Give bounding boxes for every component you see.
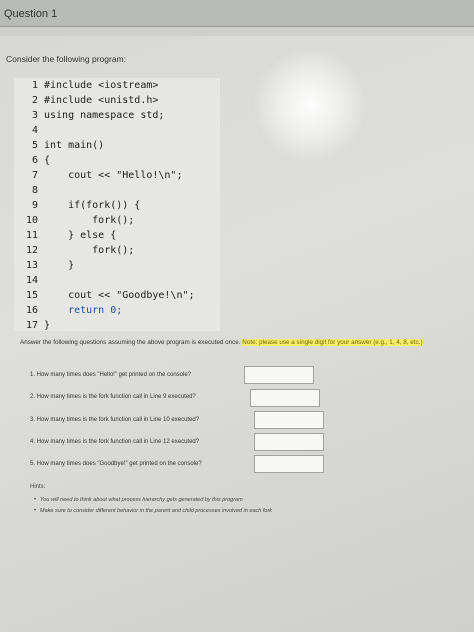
hint-item: You will need to think about what proces…	[40, 497, 243, 503]
code-line: int main()	[44, 140, 105, 151]
line-number: 2	[31, 95, 38, 106]
code-line: #include <unistd.h>	[44, 95, 159, 106]
note-highlight: Note: please use a single digit for your…	[242, 339, 423, 346]
question-header-bar: Question 1	[0, 0, 474, 27]
code-line: {	[44, 155, 51, 166]
hints-title: Hints:	[30, 484, 46, 490]
code-line: cout << "Hello!\n";	[44, 170, 183, 181]
code-block: 1 #include <iostream> 2 #include <unistd…	[14, 78, 220, 331]
line-number: 15	[25, 290, 38, 301]
hint-item: Make sure to consider different behavior…	[40, 508, 273, 514]
line-number: 4	[31, 125, 38, 136]
question-1-label: 1. How many times does "Hello!" get prin…	[30, 372, 192, 378]
code-line: }	[44, 320, 51, 331]
intro-text: Consider the following program:	[6, 54, 127, 64]
answer-input-2[interactable]	[250, 389, 320, 407]
line-number: 7	[31, 170, 38, 181]
line-number: 1	[31, 80, 38, 91]
code-line: fork();	[44, 245, 135, 256]
line-number: 12	[25, 245, 38, 256]
line-number: 14	[25, 275, 38, 286]
question-2-label: 2. How many times is the fork function c…	[30, 394, 196, 400]
instructions: Answer the following questions assuming …	[20, 338, 470, 347]
line-number: 6	[31, 155, 38, 166]
code-line: } else {	[44, 230, 117, 241]
code-line: fork();	[44, 215, 135, 226]
line-number: 17	[25, 320, 38, 331]
line-number: 16	[25, 305, 38, 316]
answer-input-3[interactable]	[254, 411, 324, 429]
code-line: cout << "Goodbye!\n";	[44, 290, 195, 301]
line-number: 3	[31, 110, 38, 121]
answer-input-1[interactable]	[244, 366, 314, 384]
line-number: 10	[25, 215, 38, 226]
instructions-text: Answer the following questions assuming …	[20, 339, 241, 346]
line-number: 8	[31, 185, 38, 196]
code-line: #include <iostream>	[44, 80, 159, 91]
question-5-label: 5. How many times does "Goodbye!" get pr…	[30, 461, 202, 467]
code-line: return 0;	[44, 305, 123, 316]
code-line: if(fork()) {	[44, 200, 141, 211]
bullet: •	[34, 508, 37, 514]
answer-input-5[interactable]	[254, 455, 324, 473]
question-4-label: 4. How many times is the fork function c…	[30, 439, 200, 445]
screen-glare	[250, 50, 370, 160]
question-3-label: 3. How many times is the fork function c…	[30, 417, 200, 423]
code-line: }	[44, 260, 75, 271]
line-number: 9	[31, 200, 38, 211]
answer-input-4[interactable]	[254, 433, 324, 451]
line-number: 11	[25, 230, 38, 241]
line-number: 5	[31, 140, 38, 151]
bullet: •	[34, 497, 37, 503]
line-number: 13	[25, 260, 38, 271]
question-title: Question 1	[4, 8, 58, 20]
code-line: using namespace std;	[44, 110, 165, 121]
